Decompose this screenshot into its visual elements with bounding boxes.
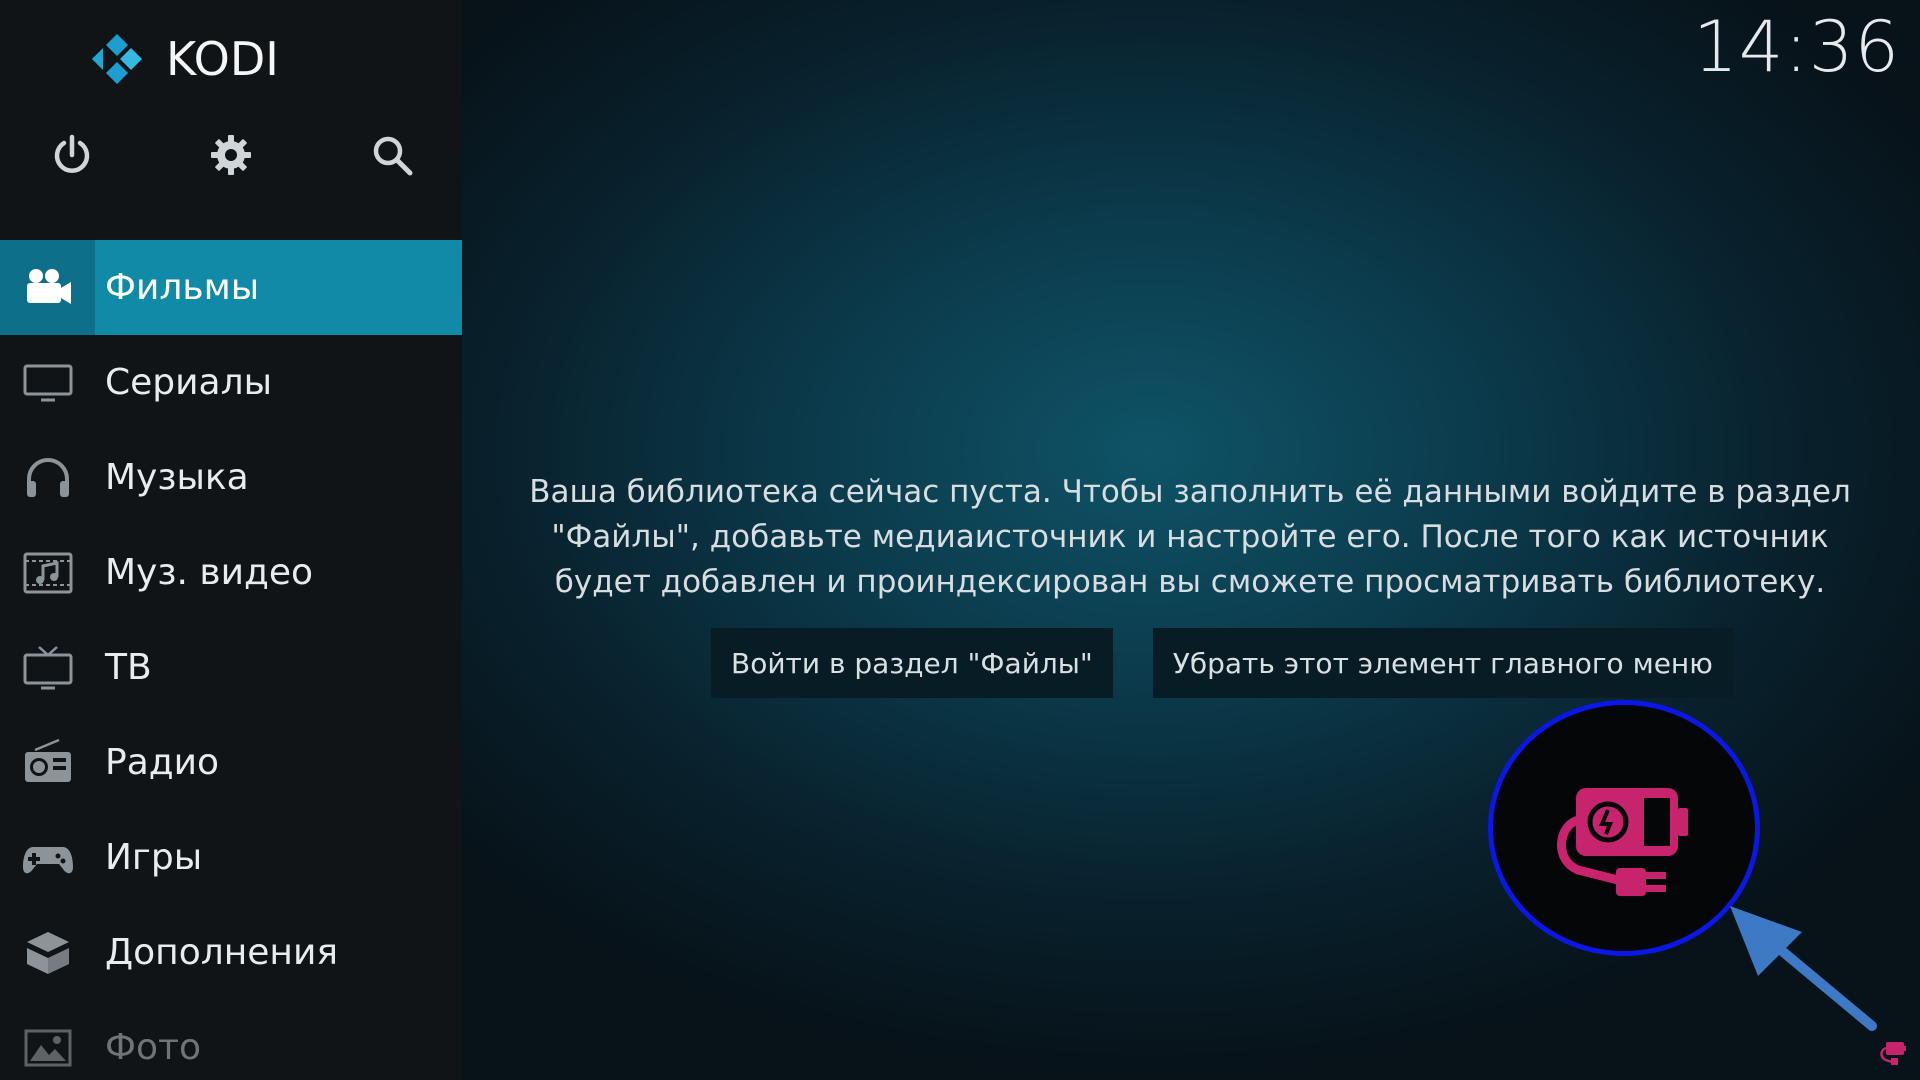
sidebar-item-photos[interactable]: Фото [0,1000,462,1080]
gamepad-icon [0,810,95,905]
kodi-logo: KODI [86,28,279,90]
headphones-icon [0,430,95,525]
sidebar-item-label: Сериалы [105,362,273,403]
clock: 14:36 [1693,6,1900,88]
action-buttons: Войти в раздел "Файлы" Убрать этот элеме… [711,628,1733,698]
arrow-pointer [1730,906,1877,1031]
music-video-icon [0,525,95,620]
sidebar-item-addons[interactable]: Дополнения [0,905,462,1000]
sidebar-item-label: Фото [105,1027,202,1068]
remove-menu-item-button[interactable]: Убрать этот элемент главного меню [1152,628,1733,698]
sidebar-item-movies[interactable]: Фильмы [0,240,462,335]
power-icon[interactable] [48,131,96,179]
photo-icon [0,1000,95,1080]
logo-text: KODI [166,32,279,86]
sidebar-item-music[interactable]: Музыка [0,430,462,525]
sidebar-item-tv[interactable]: ТВ [0,620,462,715]
sidebar-item-label: Муз. видео [105,552,314,593]
sidebar-item-label: Фильмы [105,267,260,308]
movies-camera-icon [0,240,95,335]
kodi-logo-icon [92,34,142,84]
sidebar-item-label: Музыка [105,457,249,498]
tv-monitor-icon [0,335,95,430]
empty-library-message: Ваша библиотека сейчас пуста. Чтобы запо… [529,474,1851,600]
tv-icon [0,620,95,715]
sidebar-item-label: ТВ [105,647,152,688]
sidebar: KODI Фильмы Сериалы Музыка Муз. видео ТВ… [0,0,462,1080]
top-icon-bar [0,125,462,195]
sidebar-item-music-video[interactable]: Муз. видео [0,525,462,620]
sidebar-item-label: Игры [105,837,203,878]
sidebar-item-games[interactable]: Игры [0,810,462,905]
radio-icon [0,715,95,810]
main-menu: Фильмы Сериалы Музыка Муз. видео ТВ Ради… [0,240,462,1080]
battery-plug-status-icon[interactable] [1878,1038,1908,1068]
battery-plug-icon [1557,788,1688,896]
addons-box-icon [0,905,95,1000]
search-icon[interactable] [368,131,416,179]
gear-icon[interactable] [207,131,255,179]
sidebar-item-radio[interactable]: Радио [0,715,462,810]
sidebar-item-label: Радио [105,742,220,783]
sidebar-item-tvshows[interactable]: Сериалы [0,335,462,430]
sidebar-item-label: Дополнения [105,932,338,973]
go-to-files-button[interactable]: Войти в раздел "Файлы" [711,628,1113,698]
kodi-home-screen: KODI Фильмы Сериалы Музыка Муз. видео ТВ… [0,0,1920,1080]
